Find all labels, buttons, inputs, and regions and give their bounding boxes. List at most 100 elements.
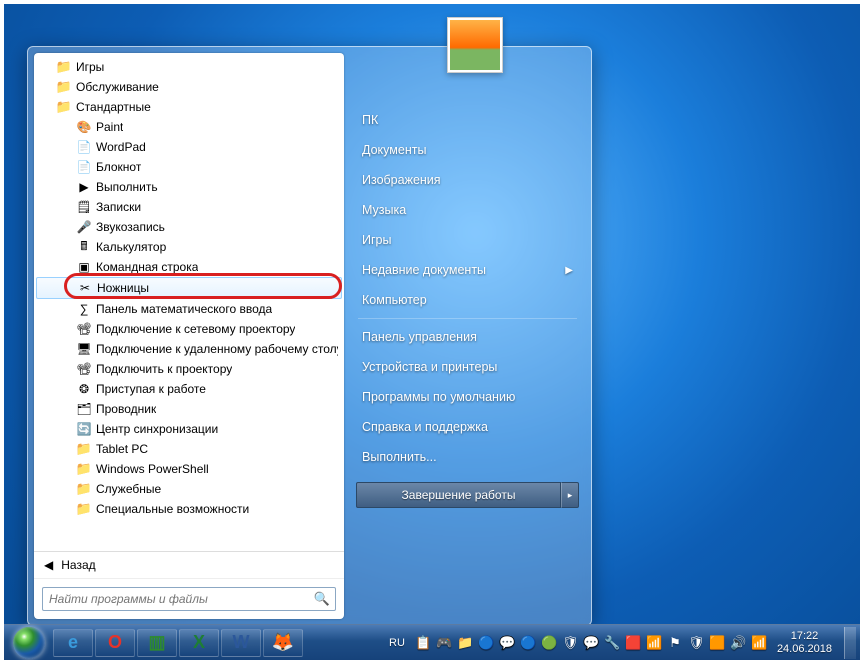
right-item-label: Панель управления — [362, 330, 477, 344]
sync-icon: 🔄 — [76, 421, 92, 437]
tray-icon-10[interactable]: 🟥 — [625, 635, 641, 651]
right-item-5[interactable]: Недавние документы▶ — [348, 255, 587, 285]
right-item-8[interactable]: Панель управления — [348, 322, 587, 352]
program-item-label: Стандартные — [76, 100, 151, 114]
right-item-11[interactable]: Справка и поддержка — [348, 412, 587, 442]
right-item-label: Компьютер — [362, 293, 427, 307]
program-item-proj[interactable]: 📽Подключить к проектору — [36, 359, 342, 379]
program-item-label: Обслуживание — [76, 80, 159, 94]
right-item-12[interactable]: Выполнить... — [348, 442, 587, 472]
program-item-label: Звукозапись — [96, 220, 165, 234]
taskbar-ie[interactable]: e — [53, 629, 93, 657]
right-item-1[interactable]: Документы — [348, 135, 587, 165]
program-item-label: Игры — [76, 60, 104, 74]
word-icon: W — [233, 632, 250, 653]
taskbar-word[interactable]: W — [221, 629, 261, 657]
right-item-10[interactable]: Программы по умолчанию — [348, 382, 587, 412]
program-item-explorer[interactable]: 🗂Проводник — [36, 399, 342, 419]
tray-icon-0[interactable]: 📋 — [415, 635, 431, 651]
right-item-0[interactable]: ПК — [348, 105, 587, 135]
tray-icon-4[interactable]: 💬 — [499, 635, 515, 651]
program-item-paint[interactable]: 🎨Paint — [36, 117, 342, 137]
taskbar: eO ▥ XW 🦊 RU 📋 🎮 📁 🔵 💬 🔵 🟢 🛡 💬 🔧 🟥 📶 ⚑ 🛡 🟧 🔊 📶 17:22 24.06.… — [4, 624, 860, 660]
tray-icon-8[interactable]: 💬 — [583, 635, 599, 651]
taskmgr-icon: ▥ — [148, 632, 165, 653]
right-item-4[interactable]: Игры — [348, 225, 587, 255]
right-item-6[interactable]: Компьютер — [348, 285, 587, 315]
program-item-folder[interactable]: Windows PowerShell — [36, 459, 342, 479]
search-wrap: 🔍 — [34, 578, 344, 619]
tray-icon-7[interactable]: 🛡 — [562, 635, 578, 651]
program-item-notepad[interactable]: 📄 Блокнот — [36, 157, 342, 177]
program-item-netproj[interactable]: 📽Подключение к сетевому проектору — [36, 319, 342, 339]
taskbar-firefox[interactable]: 🦊 — [263, 629, 303, 657]
tray-icon-13[interactable]: 🛡 — [688, 635, 704, 651]
ie-icon: e — [68, 632, 78, 653]
program-item-run[interactable]: ▶Выполнить — [36, 177, 342, 197]
tray-icon-11[interactable]: 📶 — [646, 635, 662, 651]
program-item-mic[interactable]: 🎤 Звукозапись — [36, 217, 342, 237]
tray-icon-6[interactable]: 🟢 — [541, 635, 557, 651]
program-item-label: WordPad — [96, 140, 146, 154]
program-item-folder[interactable]: Игры — [36, 57, 342, 77]
program-item-cmd[interactable]: ▣Командная строка — [36, 257, 342, 277]
snip-icon: ✂ — [77, 280, 93, 296]
right-item-9[interactable]: Устройства и принтеры — [348, 352, 587, 382]
program-item-label: Командная строка — [96, 260, 198, 274]
show-desktop-button[interactable] — [844, 627, 856, 659]
avatar[interactable] — [447, 17, 503, 73]
program-item-folder[interactable]: Tablet PC — [36, 439, 342, 459]
shutdown-button[interactable]: Завершение работы — [356, 482, 561, 508]
tray-icon-12[interactable]: ⚑ — [667, 635, 683, 651]
folder-icon — [56, 99, 72, 115]
program-item-folder[interactable]: Специальные возможности — [36, 499, 342, 519]
taskbar-clock[interactable]: 17:22 24.06.2018 — [771, 630, 838, 656]
folder-icon — [76, 501, 92, 517]
program-item-sticky[interactable]: 🗒Записки — [36, 197, 342, 217]
program-item-math[interactable]: ∑Панель математического ввода — [36, 299, 342, 319]
program-item-folder[interactable]: Обслуживание — [36, 77, 342, 97]
back-button[interactable]: ◀ Назад — [34, 552, 344, 578]
notepad-icon: 📄 — [76, 159, 92, 175]
rdp-icon: 🖥 — [76, 341, 92, 357]
tray-icon-2[interactable]: 📁 — [457, 635, 473, 651]
right-item-label: Изображения — [362, 173, 441, 187]
program-item-label: Выполнить — [96, 180, 158, 194]
program-item-label: Проводник — [96, 402, 156, 416]
taskbar-excel[interactable]: X — [179, 629, 219, 657]
tray-icon-3[interactable]: 🔵 — [478, 635, 494, 651]
language-indicator[interactable]: RU — [383, 637, 411, 649]
tray-icon-15[interactable]: 🔊 — [730, 635, 746, 651]
program-item-label: Центр синхронизации — [96, 422, 218, 436]
program-item-folder[interactable]: Стандартные — [36, 97, 342, 117]
program-item-rdp[interactable]: 🖥Подключение к удаленному рабочему столу — [36, 339, 342, 359]
submenu-arrow-icon: ▶ — [565, 265, 573, 276]
tray-icon-9[interactable]: 🔧 — [604, 635, 620, 651]
program-item-wordpad[interactable]: 📄WordPad — [36, 137, 342, 157]
program-item-calc[interactable]: 🖩Калькулятор — [36, 237, 342, 257]
program-item-label: Служебные — [96, 482, 161, 496]
program-item-folder[interactable]: Служебные — [36, 479, 342, 499]
right-panel-separator — [358, 318, 577, 319]
right-item-3[interactable]: Музыка — [348, 195, 587, 225]
folder-icon — [56, 79, 72, 95]
mic-icon: 🎤 — [76, 219, 92, 235]
program-item-label: Блокнот — [96, 160, 141, 174]
taskbar-opera[interactable]: O — [95, 629, 135, 657]
program-item-snip[interactable]: ✂ Ножницы — [36, 277, 342, 299]
shutdown-more-button[interactable]: ▸ — [561, 482, 579, 508]
tray-icon-1[interactable]: 🎮 — [436, 635, 452, 651]
program-item-sync[interactable]: 🔄 Центр синхронизации — [36, 419, 342, 439]
tray-icon-14[interactable]: 🟧 — [709, 635, 725, 651]
tray-icon-5[interactable]: 🔵 — [520, 635, 536, 651]
programs-tree[interactable]: ИгрыОбслуживаниеСтандартные🎨Paint📄WordPa… — [34, 53, 344, 552]
tray-icon-16[interactable]: 📶 — [751, 635, 767, 651]
program-item-welcome[interactable]: ❂Приступая к работе — [36, 379, 342, 399]
right-item-2[interactable]: Изображения — [348, 165, 587, 195]
search-input[interactable] — [42, 587, 336, 611]
taskbar-pinned-group: eO ▥ XW 🦊 — [52, 629, 304, 657]
avatar-image — [450, 20, 500, 70]
program-item-label: Ножницы — [97, 281, 149, 295]
taskbar-taskmgr[interactable]: ▥ — [137, 629, 177, 657]
start-button[interactable] — [8, 626, 50, 660]
